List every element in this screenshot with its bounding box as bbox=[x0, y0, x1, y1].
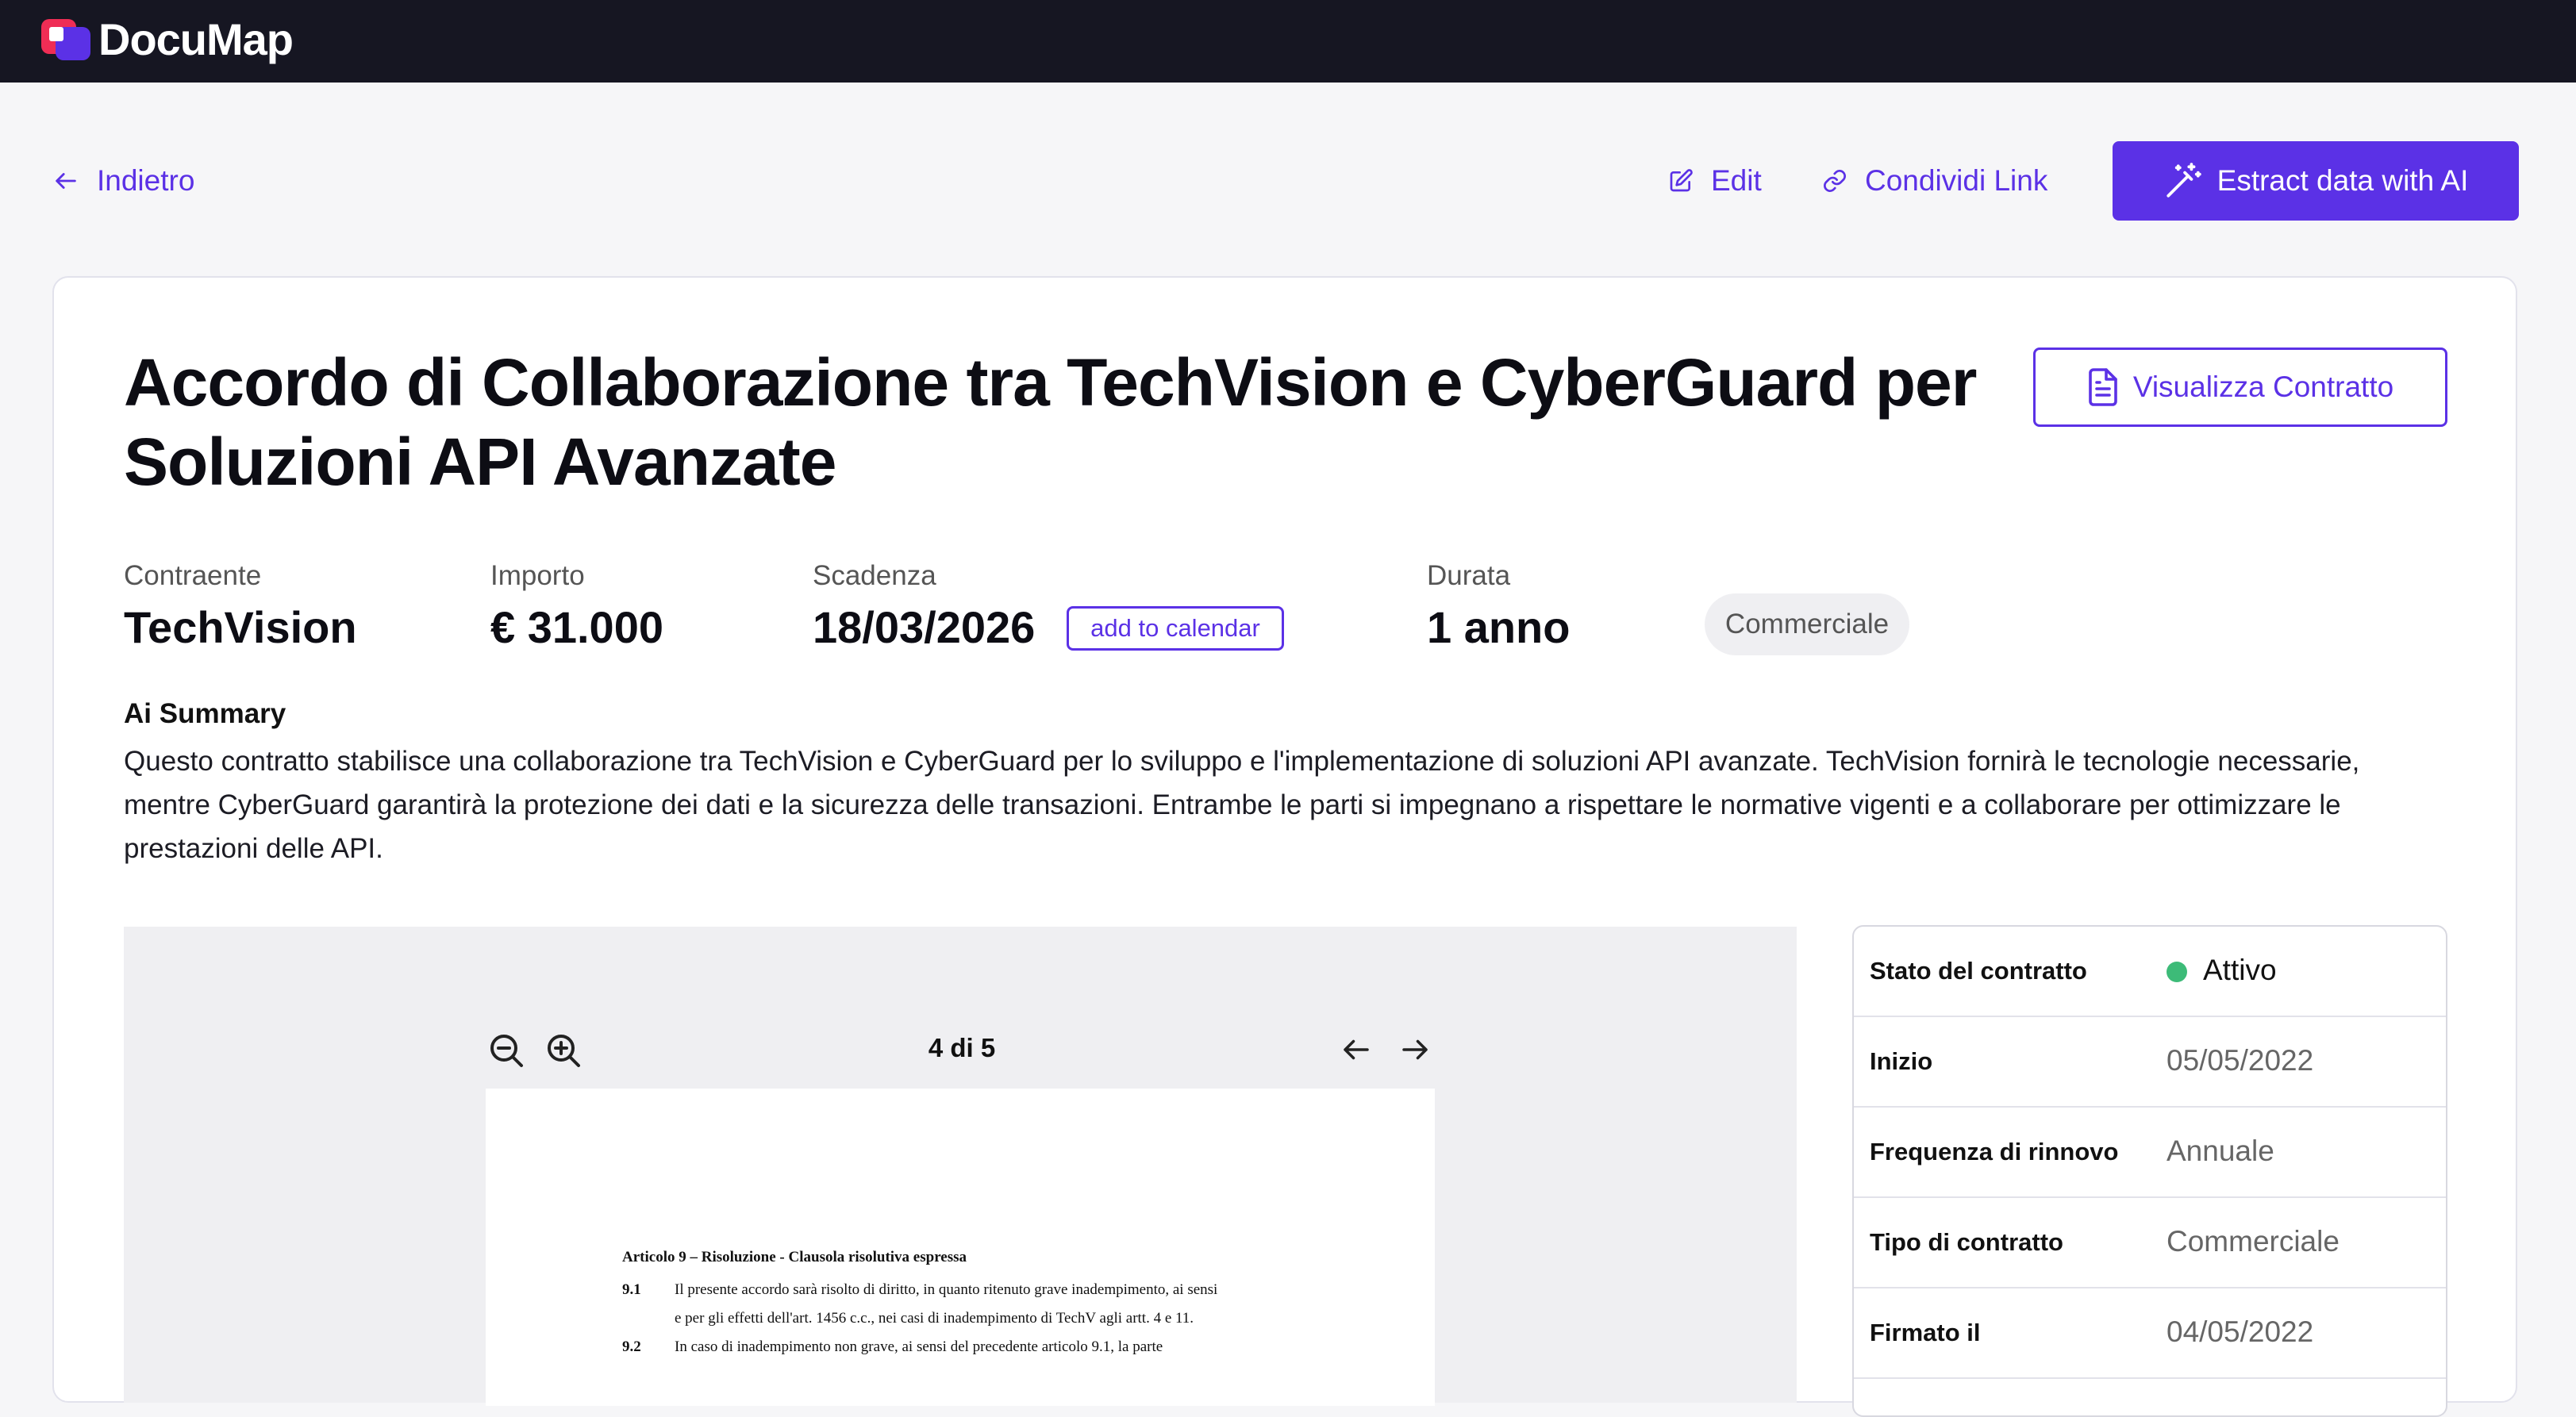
share-label: Condividi Link bbox=[1865, 164, 2048, 197]
clause-text: In caso di inadempimento non grave, ai s… bbox=[675, 1338, 1163, 1355]
ai-summary-text: Questo contratto stabilisce una collabor… bbox=[124, 746, 2360, 864]
contract-title: Accordo di Collaborazione tra TechVision… bbox=[124, 345, 1977, 499]
view-contract-button[interactable]: Visualizza Contratto bbox=[2033, 348, 2447, 427]
page-indicator: 4 di 5 bbox=[928, 1033, 996, 1062]
type-value: Commerciale bbox=[2167, 1225, 2340, 1258]
renewal-label: Frequenza di rinnovo bbox=[1870, 1138, 2119, 1165]
contraente-label: Contraente bbox=[124, 560, 262, 591]
clause-row: e per gli effetti dell'art. 1456 c.c., n… bbox=[622, 1304, 1297, 1333]
arrow-left-icon bbox=[56, 173, 76, 189]
signed-label: Firmato il bbox=[1870, 1319, 1981, 1346]
contract-type-tag: Commerciale bbox=[1705, 593, 1909, 655]
document-heading: Articolo 9 – Risoluzione - Clausola riso… bbox=[622, 1249, 967, 1265]
info-row-status: Stato del contratto Attivo bbox=[1854, 927, 2446, 1017]
status-dot bbox=[2167, 962, 2187, 982]
type-label: Tipo di contratto bbox=[1870, 1228, 2063, 1256]
arrow-left-icon[interactable] bbox=[1340, 1033, 1373, 1066]
start-label: Inizio bbox=[1870, 1047, 1933, 1075]
importo-value: € 31.000 bbox=[490, 602, 663, 652]
info-row-start: Inizio 05/05/2022 bbox=[1854, 1017, 2446, 1108]
info-row-renewal: Frequenza di rinnovo Annuale bbox=[1854, 1108, 2446, 1198]
clause-text: Il presente accordo sarà risolto di diri… bbox=[675, 1281, 1218, 1298]
contract-info-table: Stato del contratto Attivo Inizio 05/05/… bbox=[1852, 925, 2447, 1417]
status-label: Stato del contratto bbox=[1870, 957, 2087, 985]
scadenza-label: Scadenza bbox=[813, 560, 936, 591]
importo-label: Importo bbox=[490, 560, 585, 591]
share-link-button[interactable]: Condividi Link bbox=[1822, 159, 2047, 203]
clause-number: 9.2 bbox=[622, 1338, 641, 1355]
signed-value: 04/05/2022 bbox=[2167, 1315, 2314, 1348]
document-icon bbox=[2089, 368, 2117, 406]
top-bar: DocuMap bbox=[0, 0, 2576, 83]
link-icon bbox=[1824, 170, 1846, 192]
contraente-value: TechVision bbox=[124, 602, 357, 652]
scadenza-value: 18/03/2026 bbox=[813, 602, 1036, 652]
clause-number: 9.1 bbox=[622, 1281, 641, 1298]
clause-row: 9.1 Il presente accordo sarà risolto di … bbox=[622, 1276, 1297, 1304]
clause-row: 9.2 In caso di inadempimento non grave, … bbox=[622, 1333, 1297, 1361]
ai-summary-title: Ai Summary bbox=[124, 698, 286, 729]
ai-extract-label: Estract data with AI bbox=[2217, 164, 2469, 197]
zoom-in-icon[interactable] bbox=[544, 1031, 582, 1069]
renewal-value: Annuale bbox=[2167, 1135, 2274, 1167]
document-content: Articolo 9 – Risoluzione - Clausola riso… bbox=[622, 1249, 1297, 1361]
clause-number bbox=[622, 1304, 651, 1333]
status-value: Attivo bbox=[2203, 954, 2277, 986]
edit-button[interactable]: Edit bbox=[1668, 159, 1762, 203]
durata-label: Durata bbox=[1427, 560, 1511, 591]
edit-label: Edit bbox=[1711, 164, 1762, 197]
back-label: Indietro bbox=[97, 164, 195, 197]
durata-value: 1 anno bbox=[1427, 602, 1571, 652]
back-link[interactable]: Indietro bbox=[52, 159, 194, 203]
info-row-signed: Firmato il 04/05/2022 bbox=[1854, 1288, 2446, 1379]
info-row-type: Tipo di contratto Commerciale bbox=[1854, 1198, 2446, 1288]
clause-text: e per gli effetti dell'art. 1456 c.c., n… bbox=[675, 1310, 1194, 1327]
arrow-right-icon[interactable] bbox=[1398, 1033, 1432, 1066]
ai-extract-button[interactable]: Estract data with AI bbox=[2113, 141, 2519, 221]
view-contract-label: Visualizza Contratto bbox=[2132, 371, 2394, 403]
magic-wand-icon bbox=[2167, 163, 2201, 198]
zoom-out-icon[interactable] bbox=[487, 1031, 525, 1069]
app-name[interactable]: DocuMap bbox=[98, 11, 294, 68]
edit-icon bbox=[1670, 169, 1693, 192]
add-to-calendar-button[interactable]: add to calendar bbox=[1067, 606, 1284, 651]
start-value: 05/05/2022 bbox=[2167, 1044, 2314, 1077]
logo-icon[interactable] bbox=[40, 17, 92, 62]
